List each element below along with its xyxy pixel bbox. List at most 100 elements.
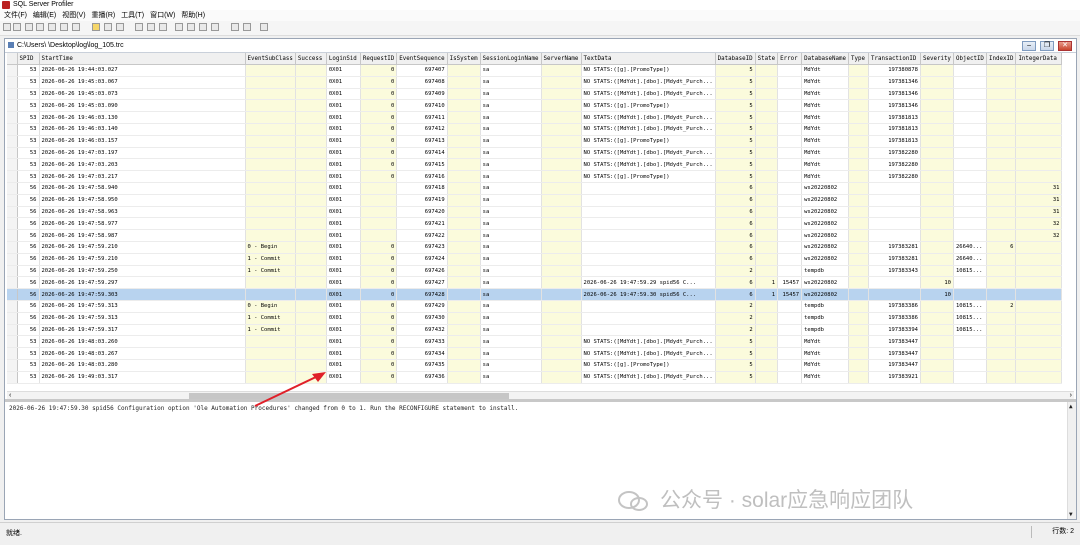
properties-icon[interactable]	[60, 23, 68, 31]
minimize-icon[interactable]: –	[1022, 41, 1037, 51]
table-row[interactable]: 56 2026-06-26 19:47:59.313 1 - Commit 0X01 0…	[7, 312, 1063, 325]
row-gutter[interactable]	[7, 312, 18, 325]
save-icon[interactable]	[48, 23, 56, 31]
row-gutter[interactable]	[7, 64, 18, 77]
column-header[interactable]: TransactionID	[868, 53, 921, 65]
row-gutter[interactable]	[7, 99, 18, 113]
table-row[interactable]: 56 2026-06-26 19:47:59.313 0 - Begin 0X01 0 6…	[7, 300, 1063, 313]
open-table-icon[interactable]	[36, 23, 44, 31]
table-row[interactable]: 53 2026-06-26 19:48:03.260 0X01 0 697433 sa NO…	[7, 335, 1063, 349]
table-row[interactable]: 56 2026-06-26 19:47:58.987 0X01 697422 sa 6 ws…	[7, 229, 1063, 242]
next-bookmark-icon[interactable]	[199, 23, 207, 31]
table-row[interactable]: 53 2026-06-26 19:46:03.140 0X01 0 697412 sa NO…	[7, 123, 1063, 136]
find-icon[interactable]	[72, 23, 80, 31]
column-header[interactable]: Type	[848, 53, 869, 65]
row-gutter[interactable]	[7, 147, 18, 160]
table-row[interactable]: 53 2026-06-26 19:47:03.197 0X01 0 697414 sa NO…	[7, 147, 1063, 160]
stop-icon[interactable]	[116, 23, 124, 31]
open-icon[interactable]	[25, 23, 33, 31]
run-to-cursor-icon[interactable]	[147, 23, 155, 31]
pause-icon[interactable]	[104, 23, 112, 31]
trace-grid[interactable]: SPID StartTime EventSubClass Success LoginSi…	[7, 53, 1074, 391]
table-row[interactable]: 53 2026-06-26 19:44:03.027 0X01 0 697407 sa NO…	[7, 64, 1063, 77]
event-detail-pane[interactable]: 2026-06-26 19:47:59.30 spid56 Configurat…	[5, 402, 1076, 519]
table-row[interactable]: 56 2026-06-26 19:47:58.963 0X01 697420 sa 6 ws…	[7, 206, 1063, 219]
row-gutter[interactable]	[7, 324, 18, 337]
column-header[interactable]: TextData	[581, 53, 716, 65]
column-header[interactable]: State	[755, 53, 779, 65]
column-header[interactable]: StartTime	[39, 53, 246, 65]
row-gutter[interactable]	[7, 88, 18, 101]
help-icon[interactable]	[260, 23, 268, 31]
column-header[interactable]: ServerName	[541, 53, 582, 65]
row-gutter[interactable]	[7, 265, 18, 278]
row-gutter[interactable]	[7, 123, 18, 136]
run-icon[interactable]	[92, 23, 100, 31]
column-header[interactable]: Error	[777, 53, 803, 65]
row-gutter[interactable]	[7, 194, 18, 207]
table-row[interactable]: 56 2026-06-26 19:47:58.950 0X01 697419 sa 6 ws…	[7, 194, 1063, 207]
column-header[interactable]: Severity	[920, 53, 954, 65]
row-gutter[interactable]	[7, 241, 18, 254]
column-header[interactable]: DatabaseName	[801, 53, 849, 65]
table-row[interactable]: 53 2026-06-26 19:46:03.130 0X01 0 697411 sa NO…	[7, 111, 1063, 124]
row-gutter[interactable]	[7, 135, 18, 148]
column-header[interactable]: EventSubClass	[245, 53, 296, 65]
table-row[interactable]: 53 2026-06-26 19:49:03.317 0X01 0 697436 sa NO…	[7, 371, 1063, 384]
activity-monitor-icon[interactable]	[231, 23, 239, 31]
row-gutter[interactable]	[7, 206, 18, 219]
table-row[interactable]: 53 2026-06-26 19:47:03.203 0X01 0 697415 sa NO…	[7, 158, 1063, 172]
menu-edit[interactable]: 编辑(E)	[33, 10, 56, 21]
row-gutter[interactable]	[7, 229, 18, 242]
table-row[interactable]: 56 2026-06-26 19:47:59.210 1 - Commit 0X01 0…	[7, 253, 1063, 266]
table-row[interactable]: 56 2026-06-26 19:47:59.210 0 - Begin 0X01 0 6…	[7, 241, 1063, 254]
prev-bookmark-icon[interactable]	[211, 23, 219, 31]
row-gutter[interactable]	[7, 76, 18, 89]
new-trace-icon[interactable]	[3, 23, 11, 31]
close-icon[interactable]: ✕	[1058, 41, 1072, 51]
menu-help[interactable]: 帮助(H)	[181, 10, 205, 21]
table-row[interactable]: 56 2026-06-26 19:47:59.303 0X01 0 697428 sa 20…	[7, 288, 1063, 301]
row-gutter[interactable]	[7, 170, 18, 183]
bookmark-icon[interactable]	[187, 23, 195, 31]
restore-icon[interactable]: ❐	[1040, 41, 1055, 51]
column-header[interactable]: DatabaseID	[715, 53, 756, 65]
menu-replay[interactable]: 重播(R)	[92, 10, 116, 21]
row-gutter[interactable]	[7, 335, 18, 349]
table-row[interactable]: 53 2026-06-26 19:47:03.217 0X01 0 697416 sa NO…	[7, 170, 1063, 183]
clear-icon[interactable]	[175, 23, 183, 31]
row-gutter[interactable]	[7, 158, 18, 172]
column-header[interactable]: SessionLoginName	[480, 53, 542, 65]
table-row[interactable]: 56 2026-06-26 19:47:59.297 0X01 0 697427 sa 20…	[7, 276, 1063, 290]
table-row[interactable]: 53 2026-06-26 19:45:03.090 0X01 0 697410 sa NO…	[7, 99, 1063, 113]
column-header[interactable]: EventSequence	[396, 53, 448, 65]
table-row[interactable]: 56 2026-06-26 19:47:59.317 1 - Commit 0X01 0…	[7, 324, 1063, 337]
row-gutter[interactable]	[7, 217, 18, 231]
column-header[interactable]: RequestID	[360, 53, 398, 65]
detail-scrollbar[interactable]: ▲ ▼	[1067, 402, 1076, 519]
menu-view[interactable]: 视图(V)	[62, 10, 85, 21]
row-gutter[interactable]	[7, 276, 18, 290]
row-gutter[interactable]	[7, 371, 18, 384]
menu-window[interactable]: 窗口(W)	[150, 10, 175, 21]
row-gutter[interactable]	[7, 253, 18, 266]
tuning-advisor-icon[interactable]	[243, 23, 251, 31]
scroll-down-icon[interactable]: ▼	[1069, 511, 1073, 518]
row-gutter[interactable]	[7, 359, 18, 372]
column-header[interactable]	[7, 53, 18, 65]
menu-file[interactable]: 文件(F)	[4, 10, 27, 21]
menu-tools[interactable]: 工具(T)	[121, 10, 144, 21]
table-row[interactable]: 53 2026-06-26 19:46:03.157 0X01 0 697413 sa NO…	[7, 135, 1063, 148]
column-header[interactable]: ObjectID	[953, 53, 987, 65]
step-icon[interactable]	[135, 23, 143, 31]
row-gutter[interactable]	[7, 111, 18, 124]
table-row[interactable]: 56 2026-06-26 19:47:58.940 0X01 697418 sa 6 ws…	[7, 182, 1063, 195]
row-gutter[interactable]	[7, 288, 18, 301]
table-row[interactable]: 56 2026-06-26 19:47:59.250 1 - Commit 0X01 0…	[7, 265, 1063, 278]
breakpoint-icon[interactable]	[159, 23, 167, 31]
column-header[interactable]: IndexID	[986, 53, 1017, 65]
column-header[interactable]: IntegerData	[1015, 53, 1063, 65]
table-row[interactable]: 53 2026-06-26 19:48:03.267 0X01 0 697434 sa NO…	[7, 347, 1063, 360]
table-row[interactable]: 56 2026-06-26 19:47:58.977 0X01 697421 sa 6 ws…	[7, 217, 1063, 231]
row-gutter[interactable]	[7, 300, 18, 313]
